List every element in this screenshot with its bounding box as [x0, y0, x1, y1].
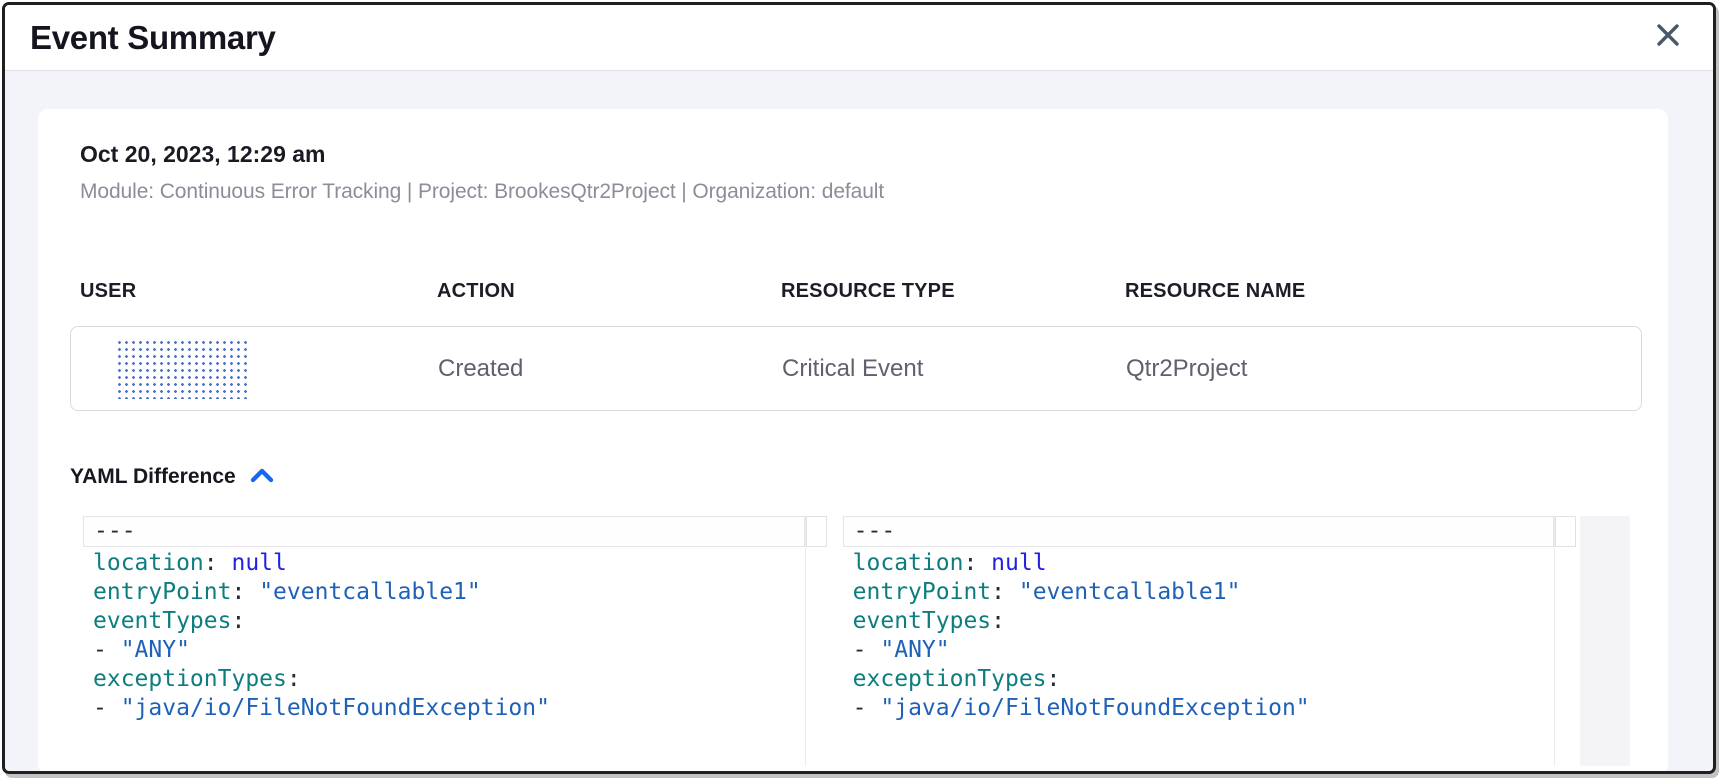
event-timestamp: Oct 20, 2023, 12:29 am — [80, 139, 1630, 169]
yaml-code-line: - "ANY" — [843, 636, 1555, 665]
yaml-code-line: exceptionTypes: — [83, 665, 805, 694]
yaml-code-line: location: null — [843, 549, 1555, 578]
yaml-difference-header: YAML Difference — [70, 465, 1630, 489]
yaml-code-line: - "java/io/FileNotFoundException" — [843, 694, 1555, 723]
yaml-code-line: exceptionTypes: — [843, 665, 1555, 694]
yaml-code-left[interactable]: ---location: nullentryPoint: "eventcalla… — [83, 516, 805, 766]
modal-title: Event Summary — [30, 19, 276, 57]
yaml-difference-label: YAML Difference — [70, 465, 236, 489]
table-header-row: USER ACTION RESOURCE TYPE RESOURCE NAME — [70, 279, 1642, 303]
event-meta: Module: Continuous Error Tracking | Proj… — [80, 178, 1630, 206]
scrollbar-thumb[interactable] — [806, 516, 827, 547]
outer-scrollbar-track[interactable] — [1580, 516, 1630, 766]
yaml-code-line: eventTypes: — [843, 607, 1555, 636]
event-table: USER ACTION RESOURCE TYPE RESOURCE NAME … — [70, 279, 1642, 411]
resource-type-cell: Critical Event — [772, 355, 1116, 383]
yaml-right-scrollbar[interactable] — [1554, 516, 1576, 766]
yaml-code-line: - "java/io/FileNotFoundException" — [83, 694, 805, 723]
event-card: Oct 20, 2023, 12:29 am Module: Continuou… — [38, 109, 1668, 774]
close-icon — [1654, 21, 1682, 54]
yaml-code-line: location: null — [83, 549, 805, 578]
yaml-code-right[interactable]: ---location: nullentryPoint: "eventcalla… — [843, 516, 1555, 766]
yaml-code-line: entryPoint: "eventcallable1" — [83, 578, 805, 607]
modal-body: Oct 20, 2023, 12:29 am Module: Continuou… — [5, 71, 1713, 774]
column-header-user: USER — [70, 279, 427, 303]
close-button[interactable] — [1651, 21, 1685, 55]
resource-name-cell: Qtr2Project — [1116, 355, 1641, 383]
event-summary-modal: Event Summary Oct 20, 2023, 12:29 am Mod… — [2, 2, 1716, 774]
yaml-code-line: entryPoint: "eventcallable1" — [843, 578, 1555, 607]
column-header-action: ACTION — [427, 279, 771, 303]
modal-titlebar: Event Summary — [5, 5, 1713, 71]
yaml-panel-right: ---location: nullentryPoint: "eventcalla… — [843, 516, 1577, 766]
yaml-diff-panels: ---location: nullentryPoint: "eventcalla… — [83, 516, 1630, 766]
yaml-code-line: --- — [843, 516, 1555, 547]
table-row: Created Critical Event Qtr2Project — [70, 326, 1642, 411]
chevron-up-icon — [250, 468, 274, 489]
user-cell — [71, 339, 428, 399]
yaml-code-line: --- — [83, 516, 805, 547]
yaml-left-scrollbar[interactable] — [805, 516, 827, 766]
redacted-user-pattern — [116, 339, 248, 399]
action-cell: Created — [428, 355, 772, 383]
yaml-code-line: eventTypes: — [83, 607, 805, 636]
scrollbar-thumb[interactable] — [1555, 516, 1576, 547]
column-header-resource-name: RESOURCE NAME — [1115, 279, 1642, 303]
column-header-resource-type: RESOURCE TYPE — [771, 279, 1115, 303]
collapse-toggle[interactable] — [250, 468, 274, 489]
yaml-panel-left: ---location: nullentryPoint: "eventcalla… — [83, 516, 827, 766]
yaml-code-line: - "ANY" — [83, 636, 805, 665]
